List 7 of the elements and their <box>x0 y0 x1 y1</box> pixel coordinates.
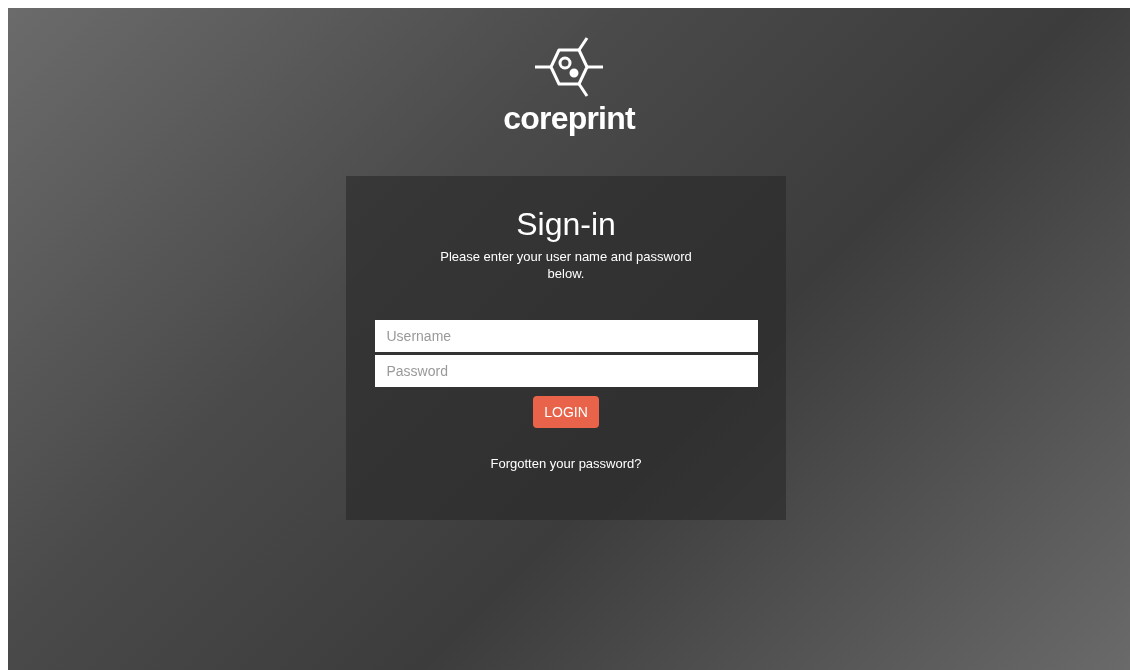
password-field[interactable]: Password <box>374 355 758 387</box>
sign-in-title: Sign-in <box>516 205 616 244</box>
username-field[interactable]: Username <box>374 320 758 352</box>
logo-wordmark: coreprint <box>503 102 635 134</box>
sign-in-instructions: Please enter your user name and password below. <box>439 248 693 282</box>
forgot-password-link[interactable]: Forgotten your password? <box>490 454 642 474</box>
logo-icon <box>533 36 605 98</box>
